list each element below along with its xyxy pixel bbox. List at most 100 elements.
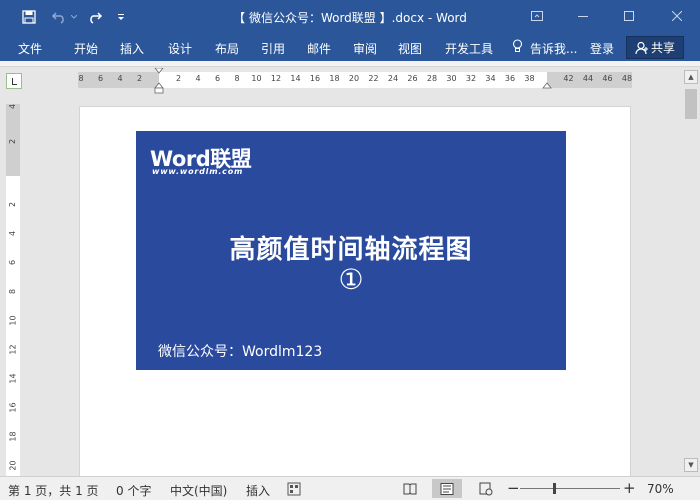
ruler-number: 46 [602,74,613,83]
vertical-ruler-number: 18 [6,431,20,442]
vertical-ruler-number-text: 2 [8,139,18,145]
person-icon [635,41,649,55]
tab-view[interactable]: 视图 [398,40,422,57]
ribbon-display-icon[interactable] [524,4,550,28]
ruler-number: 24 [387,74,399,83]
tab-review[interactable]: 审阅 [353,40,377,57]
ribbon-tabs: 文件 开始 插入 设计 布局 引用 邮件 审阅 视图 开发工具 告诉我... 登… [0,34,700,61]
share-button[interactable]: 共享 [626,36,684,59]
vertical-ruler-number-text: 8 [8,288,18,295]
ruler-number: 30 [446,74,457,83]
ruler-number: 2 [175,74,182,83]
vertical-ruler-number-text: 20 [8,460,18,471]
vertical-ruler-number-text: 14 [8,373,18,384]
vertical-ruler-number-text: 2 [8,201,18,208]
horizontal-ruler-area: 8 6 4 2 2 4 6 8 10 12 14 16 18 20 22 24 26 28 30 32 34 36 38 42… [0,67,700,94]
vertical-ruler-number: 2 [6,200,20,209]
ruler-number: 8 [78,74,84,83]
ruler-number: 22 [368,74,379,83]
vertical-ruler-number-text: 6 [8,259,18,266]
insert-mode[interactable]: 插入 [246,482,270,499]
zoom-level[interactable]: 70% [647,482,674,496]
sign-in-link[interactable]: 登录 [590,40,614,57]
tab-developer[interactable]: 开发工具 [445,40,493,57]
ruler-number: 12 [270,74,282,83]
vertical-ruler-number: 14 [6,373,20,384]
ruler-number: 4 [195,74,201,83]
vertical-ruler-number-text: 16 [8,402,18,413]
print-layout-icon[interactable] [432,479,462,498]
zoom-in-button[interactable]: + [623,479,636,497]
ruler-number: 44 [582,74,594,83]
banner-image[interactable]: Word联盟 www.wordlm.com 高颜值时间轴流程图 ① 微信公众号：… [136,131,566,370]
right-indent-icon[interactable] [542,82,552,89]
vertical-ruler-number: 12 [6,344,20,355]
language-indicator[interactable]: 中文(中国) [170,482,227,499]
vertical-ruler-number-text: 12 [8,344,18,355]
ruler-number: 42 [563,74,574,83]
document-page[interactable]: Word联盟 www.wordlm.com 高颜值时间轴流程图 ① 微信公众号：… [79,106,631,476]
tab-layout[interactable]: 布局 [215,40,239,57]
vertical-ruler-number: 20 [6,460,20,471]
vertical-ruler-number: 4 [6,102,20,111]
document-area[interactable]: Word联盟 www.wordlm.com 高颜值时间轴流程图 ① 微信公众号：… [26,94,682,476]
vertical-ruler-number-text: 4 [8,230,18,237]
tab-references[interactable]: 引用 [261,40,285,57]
vertical-ruler-number-text: 18 [8,431,18,442]
status-bar: 第 1 页，共 1 页 0 个字 中文(中国) 插入 − + 70% [0,476,700,500]
minimize-icon[interactable] [570,4,596,28]
vertical-ruler[interactable]: 4 2 2 4 6 8 10 12 14 16 18 20 [6,104,20,476]
logo-subtitle: www.wordlm.com [152,167,244,176]
ruler-number: 10 [251,74,262,83]
read-mode-icon[interactable] [402,481,418,497]
zoom-out-button[interactable]: − [507,479,520,497]
banner-footer: 微信公众号：Wordlm123 [158,344,323,360]
ruler-number: 38 [524,74,535,83]
ruler-number: 34 [485,74,496,83]
ruler-number: 28 [426,74,438,83]
tab-selector-button[interactable] [6,73,22,89]
vertical-ruler-number: 16 [6,402,20,413]
ruler-number: 4 [117,74,123,83]
word-count[interactable]: 0 个字 [116,482,151,499]
vertical-ruler-number-text: 4 [8,104,18,110]
ruler-number: 14 [290,74,301,83]
vertical-ruler-number: 6 [6,258,20,267]
tell-me-search[interactable]: 告诉我... [530,40,577,57]
ruler-number: 32 [465,74,477,83]
zoom-slider[interactable] [520,488,620,489]
macro-record-icon[interactable] [286,481,302,497]
ruler-number: 8 [234,74,240,83]
web-layout-icon[interactable] [478,481,494,497]
horizontal-ruler[interactable]: 8 6 4 2 2 4 6 8 10 12 14 16 18 20 22 24 26 28 30 32 34 36 38 42… [78,68,633,94]
scroll-down-arrow[interactable]: ▼ [684,458,698,472]
page-count[interactable]: 第 1 页，共 1 页 [8,482,99,499]
ruler-number: 48 [621,74,633,83]
word-window: 【 微信公众号：Word联盟 】.docx - Word 文件 开始 插入 设计… [0,0,700,500]
ruler-number: 18 [329,74,340,83]
tab-file[interactable]: 文件 [18,40,42,57]
zoom-slider-thumb[interactable] [553,483,556,494]
tab-design[interactable]: 设计 [168,40,192,57]
scroll-thumb[interactable] [685,89,697,119]
ruler-number: 6 [214,74,221,83]
tab-insert[interactable]: 插入 [120,40,144,57]
indent-markers-icon[interactable] [154,68,164,94]
tab-mailings[interactable]: 邮件 [307,40,331,57]
ruler-number: 20 [348,74,360,83]
ruler-number: 16 [309,74,321,83]
tab-home[interactable]: 开始 [74,40,98,57]
ruler-number: 36 [504,74,516,83]
ruler-number: 2 [136,74,143,83]
maximize-icon[interactable] [616,4,642,28]
title-bar: 【 微信公众号：Word联盟 】.docx - Word [0,0,700,34]
banner-number: ① [338,263,364,296]
vertical-ruler-number-text: 10 [8,315,18,326]
vertical-ruler-number: 2 [6,137,20,146]
lightbulb-icon [512,39,523,56]
vertical-scrollbar[interactable]: ▲ ▼ [682,67,700,476]
scroll-up-arrow[interactable]: ▲ [684,70,698,84]
share-label: 共享 [650,41,675,55]
vertical-ruler-number: 4 [6,229,20,238]
close-icon[interactable] [664,4,690,28]
